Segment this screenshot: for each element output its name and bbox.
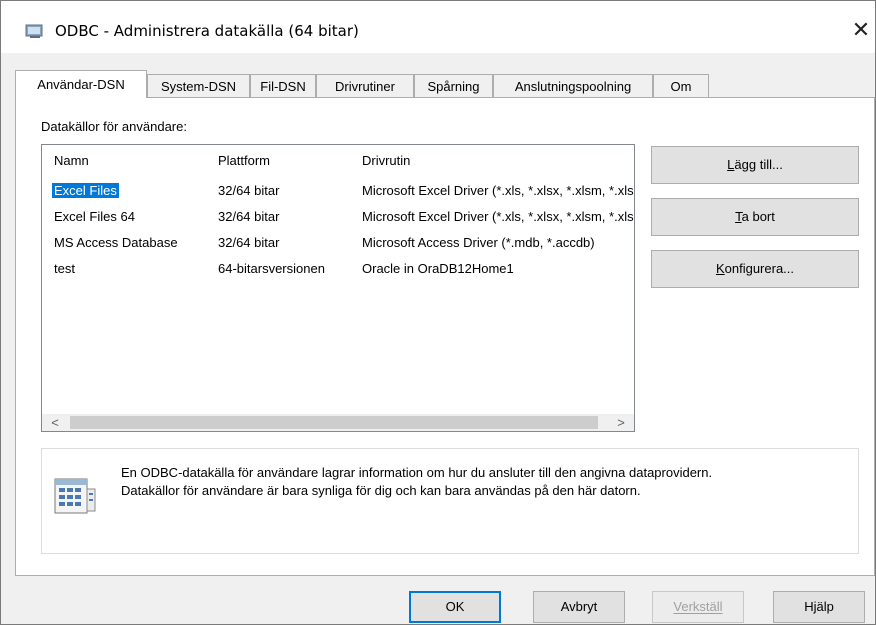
- row-driver: Microsoft Access Driver (*.mdb, *.accdb): [362, 235, 595, 250]
- configure-button[interactable]: Konfigurera...: [651, 250, 859, 288]
- close-icon[interactable]: ✕: [847, 15, 875, 45]
- row-platform: 64-bitarsversionen: [218, 261, 325, 276]
- add-button-label: Lägg till...: [727, 157, 783, 172]
- column-header-name[interactable]: Namn: [54, 153, 89, 168]
- list-item[interactable]: test: [54, 261, 75, 276]
- list-item[interactable]: MS Access Database: [54, 235, 178, 250]
- scrollbar-thumb[interactable]: [70, 416, 598, 429]
- configure-button-label: Konfigurera...: [715, 261, 795, 276]
- apply-button[interactable]: Verkställ: [652, 591, 744, 623]
- row-driver: Oracle in OraDB12Home1: [362, 261, 514, 276]
- scroll-right-icon[interactable]: >: [614, 414, 628, 431]
- list-item[interactable]: Excel Files: [52, 183, 119, 198]
- remove-button-label: Ta bort: [735, 209, 775, 224]
- row-platform: 32/64 bitar: [218, 183, 280, 198]
- datasource-list[interactable]: Namn Plattform Drivrutin Excel Files 32/…: [41, 144, 635, 432]
- add-button[interactable]: Lägg till...: [651, 146, 859, 184]
- datasource-info-icon: [54, 478, 96, 514]
- odbc-dialog-window: ODBC - Administrera datakälla (64 bitar)…: [0, 0, 876, 625]
- info-line-1: En ODBC-datakälla för användare lagrar i…: [121, 465, 713, 480]
- row-driver: Microsoft Excel Driver (*.xls, *.xlsx, *…: [362, 183, 634, 198]
- tab-fil-dsn[interactable]: Fil-DSN: [250, 74, 316, 98]
- info-line-2: Datakällor för användare är bara synliga…: [121, 483, 641, 498]
- tab-system-dsn[interactable]: System-DSN: [147, 74, 250, 98]
- row-driver: Microsoft Excel Driver (*.xls, *.xlsx, *…: [362, 209, 634, 224]
- odbc-app-icon: [25, 24, 43, 38]
- horizontal-scrollbar[interactable]: < >: [42, 414, 634, 431]
- help-button[interactable]: Hjälp: [773, 591, 865, 623]
- column-header-platform[interactable]: Plattform: [218, 153, 270, 168]
- apply-button-label: Verkställ: [673, 599, 723, 614]
- row-name: Excel Files: [52, 183, 119, 198]
- row-platform: 32/64 bitar: [218, 235, 280, 250]
- scroll-left-icon[interactable]: <: [48, 414, 62, 431]
- info-description: En ODBC-datakälla för användare lagrar i…: [121, 464, 841, 500]
- list-item[interactable]: Excel Files 64: [54, 209, 135, 224]
- tab-anvandar-dsn[interactable]: Användar-DSN: [15, 70, 147, 98]
- window-title: ODBC - Administrera datakälla (64 bitar): [55, 22, 359, 40]
- cancel-button[interactable]: Avbryt: [533, 591, 625, 623]
- tab-sparning[interactable]: Spårning: [414, 74, 493, 98]
- tab-om[interactable]: Om: [653, 74, 709, 98]
- ok-button[interactable]: OK: [409, 591, 501, 623]
- user-datasources-label: Datakällor för användare:: [41, 119, 187, 134]
- tab-anslutningspoolning[interactable]: Anslutningspoolning: [493, 74, 653, 98]
- row-platform: 32/64 bitar: [218, 209, 280, 224]
- remove-button[interactable]: Ta bort: [651, 198, 859, 236]
- title-bar: ODBC - Administrera datakälla (64 bitar)…: [1, 1, 875, 53]
- column-header-driver[interactable]: Drivrutin: [362, 153, 410, 168]
- tab-drivrutiner[interactable]: Drivrutiner: [316, 74, 414, 98]
